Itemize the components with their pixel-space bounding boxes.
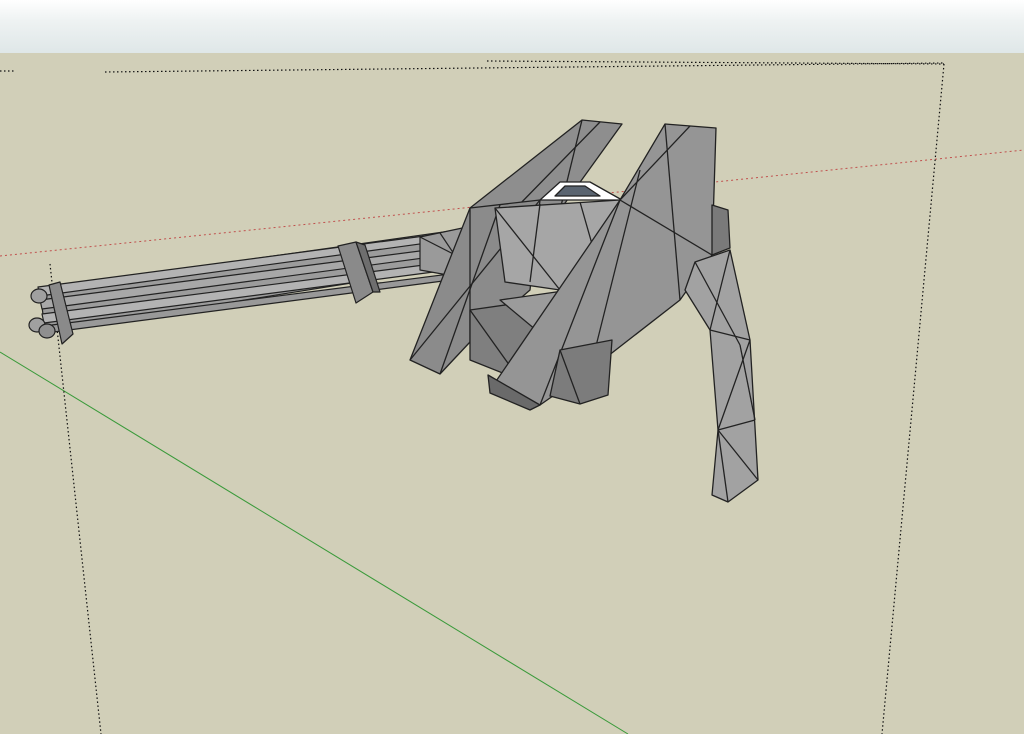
sketchup-3d-viewport[interactable]: minigun-turret-model — [0, 0, 1024, 734]
scene-canvas[interactable] — [0, 0, 1024, 734]
dotted-bounding-guides — [0, 60, 945, 734]
green-axis-line — [0, 351, 629, 734]
turret-body — [409, 119, 717, 411]
